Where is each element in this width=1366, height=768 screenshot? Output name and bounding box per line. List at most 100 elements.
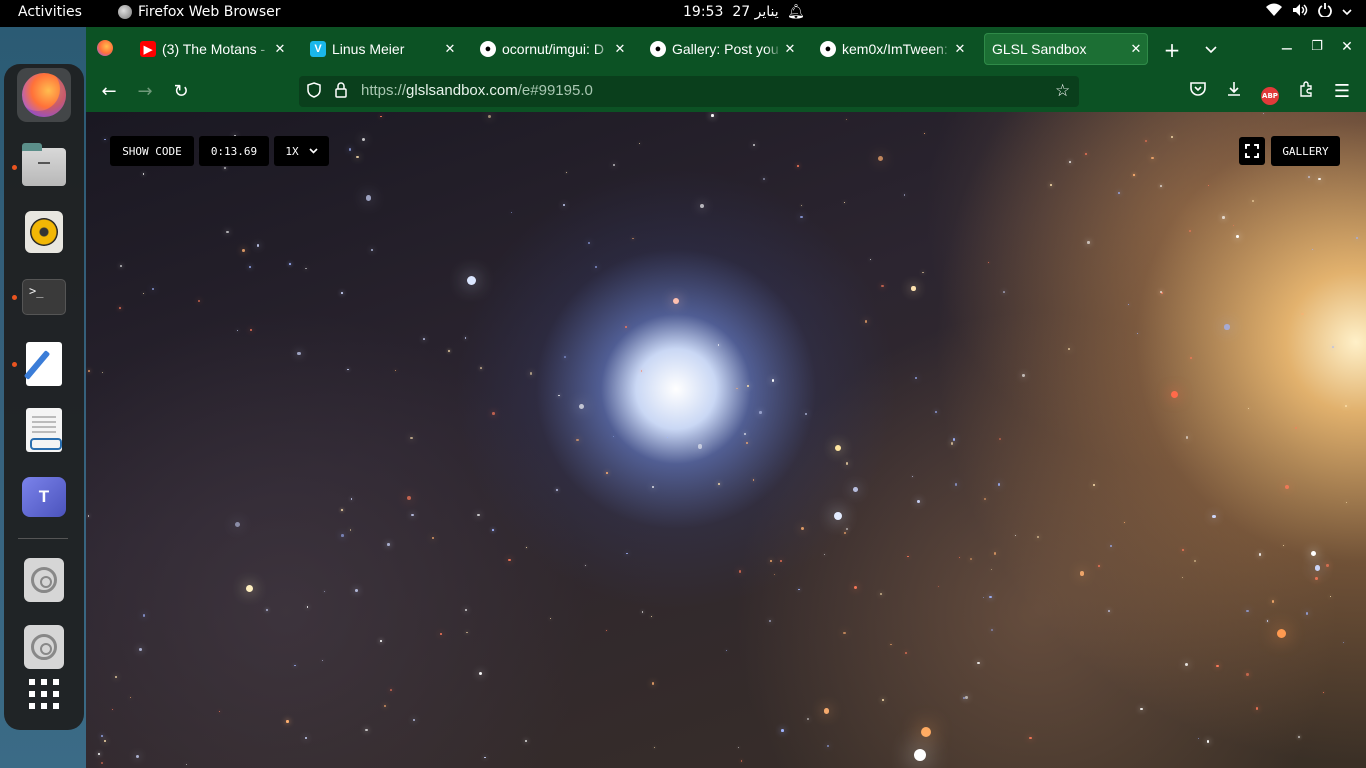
star [711, 113, 714, 117]
star [100, 761, 104, 765]
maximize-button[interactable]: ❐ [1306, 39, 1328, 54]
star [1311, 248, 1314, 251]
star [439, 632, 443, 636]
volume-icon [1292, 3, 1308, 21]
star [525, 546, 527, 548]
tab-vimeo[interactable]: V Linus Meier ✕ [302, 33, 462, 65]
show-applications-button[interactable] [17, 667, 71, 721]
new-tab-button[interactable]: + [1161, 38, 1183, 62]
show-code-button[interactable]: SHOW CODE [110, 136, 194, 166]
tab-imgui[interactable]: ● ocornut/imgui: D ✕ [472, 33, 632, 65]
star [249, 328, 252, 331]
star [321, 659, 323, 662]
star [1170, 136, 1174, 139]
chevron-down-icon [309, 148, 318, 154]
firefox-view-button[interactable] [94, 40, 116, 60]
star [959, 556, 961, 558]
star [759, 411, 762, 414]
star [98, 753, 100, 755]
fullscreen-button[interactable] [1239, 137, 1265, 165]
star [864, 320, 868, 323]
star [305, 267, 307, 270]
star [365, 195, 372, 201]
star [226, 231, 229, 234]
dock-disc-2[interactable] [17, 620, 71, 674]
dock-rhythmbox[interactable] [17, 205, 71, 259]
star [1184, 663, 1188, 667]
speed-select[interactable]: 1X [274, 136, 329, 166]
pocket-icon[interactable] [1186, 81, 1210, 100]
power-icon [1318, 3, 1332, 21]
star [736, 387, 738, 390]
bookmark-star-icon[interactable]: ☆ [1055, 81, 1070, 101]
star [1255, 707, 1259, 710]
firefox-view-icon [97, 40, 113, 56]
activities-button[interactable]: Activities [18, 4, 82, 20]
lock-icon[interactable] [335, 82, 347, 102]
clock[interactable]: 19:53 27 يناير [683, 4, 779, 20]
app-grid-icon [29, 679, 59, 709]
star [1160, 185, 1162, 187]
reload-button[interactable]: ↻ [169, 81, 193, 102]
close-icon[interactable]: ✕ [952, 41, 968, 57]
app-menu[interactable]: Firefox Web Browser [118, 4, 281, 20]
star [880, 592, 883, 595]
star [1190, 356, 1193, 359]
star [341, 509, 343, 511]
close-icon[interactable]: ✕ [272, 41, 288, 57]
list-all-tabs-button[interactable] [1200, 39, 1222, 58]
close-icon[interactable]: ✕ [442, 41, 458, 57]
star [1283, 545, 1285, 547]
star [198, 300, 201, 303]
star [779, 559, 783, 563]
star [1305, 612, 1309, 615]
dock-document-viewer[interactable] [17, 403, 71, 457]
system-tray[interactable] [1266, 3, 1352, 21]
star [770, 560, 773, 563]
star [990, 629, 993, 632]
dock-terminal[interactable]: >_ [17, 270, 71, 324]
shader-canvas[interactable]: SHOW CODE 0:13.69 1X GALLERY [86, 112, 1366, 768]
star [349, 529, 352, 531]
shield-icon[interactable] [307, 82, 321, 102]
dock-teams[interactable]: T [17, 470, 71, 524]
star [954, 482, 958, 486]
minimize-button[interactable]: − [1276, 39, 1298, 58]
star [718, 483, 721, 485]
tab-imtween[interactable]: ● kem0x/ImTween: ✕ [812, 33, 972, 65]
back-button[interactable]: ← [97, 81, 121, 102]
downloads-icon[interactable] [1222, 81, 1246, 102]
forward-button[interactable]: → [133, 81, 157, 102]
star [882, 699, 885, 702]
speed-select-value: 1X [285, 144, 299, 158]
star [1344, 404, 1347, 407]
star [640, 370, 643, 372]
gallery-button[interactable]: GALLERY [1271, 136, 1340, 166]
dock-disc-1[interactable] [17, 553, 71, 607]
disc-icon [24, 558, 64, 602]
adblock-plus-icon[interactable]: ABP [1258, 82, 1282, 105]
star [508, 558, 511, 562]
close-icon[interactable]: ✕ [1128, 41, 1144, 57]
star [380, 640, 382, 642]
tab-gallery[interactable]: ● Gallery: Post you ✕ [642, 33, 802, 65]
dock-text-editor[interactable] [17, 337, 71, 391]
extensions-icon[interactable] [1294, 81, 1318, 102]
star [1159, 291, 1162, 294]
rhythmbox-icon [25, 211, 63, 253]
dock-firefox[interactable] [17, 68, 71, 122]
close-window-button[interactable]: ✕ [1336, 39, 1358, 55]
bright-star [921, 727, 931, 737]
timer-display[interactable]: 0:13.69 [199, 136, 269, 166]
star [952, 438, 956, 441]
notification-bell-icon[interactable]: 🔔︎ [787, 4, 805, 20]
tab-glsl-sandbox[interactable]: GLSL Sandbox ✕ [984, 33, 1148, 65]
hamburger-menu-icon[interactable]: ☰ [1330, 81, 1354, 102]
star [804, 412, 808, 416]
bright-star [245, 584, 253, 592]
dock-files[interactable] [17, 140, 71, 194]
tab-youtube[interactable]: ▶ (3) The Motans - ✕ [132, 33, 292, 65]
close-icon[interactable]: ✕ [612, 41, 628, 57]
close-icon[interactable]: ✕ [782, 41, 798, 57]
url-bar[interactable]: https://glslsandbox.com/e#99195.0 ☆ [299, 76, 1079, 107]
